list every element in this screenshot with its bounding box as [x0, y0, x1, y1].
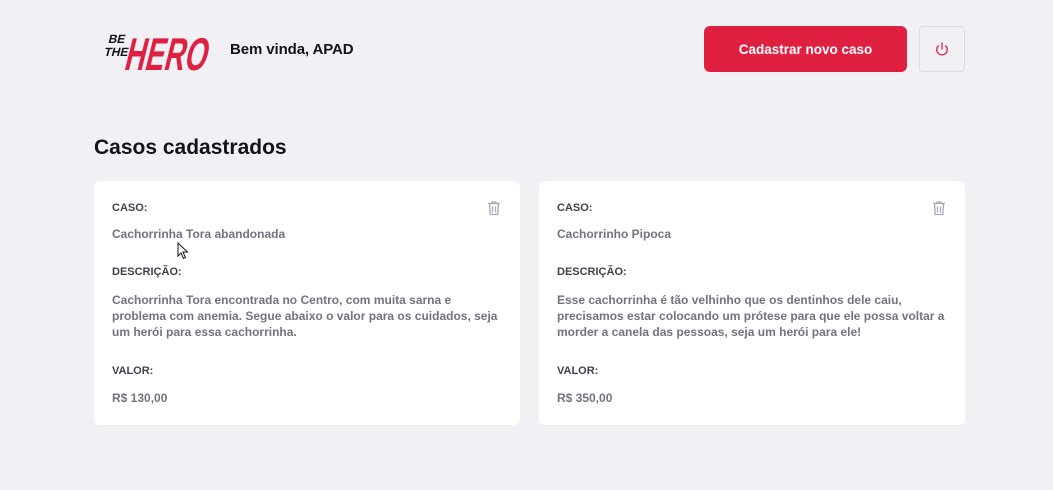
power-icon [936, 42, 948, 56]
value-label: VALOR: [112, 365, 154, 377]
value-label: VALOR: [557, 365, 599, 377]
be-the-hero-logo: BE THE HERO [103, 29, 212, 72]
case-value: R$ 350,00 [557, 391, 613, 405]
trash-icon [933, 201, 945, 216]
case-value: R$ 130,00 [112, 391, 168, 405]
svg-text:HERO: HERO [121, 29, 212, 72]
case-label: CASO: [112, 202, 148, 214]
delete-case-button[interactable] [486, 200, 502, 216]
case-list: CASO: Cachorrinha Tora abandonada DESCRI… [94, 181, 965, 425]
case-title: Cachorrinha Tora abandonada [112, 227, 286, 241]
page-title: Casos cadastrados [94, 136, 287, 159]
case-description: Esse cachorrinha é tão velhinho que os d… [557, 293, 945, 339]
case-card: CASO: Cachorrinha Tora abandonada DESCRI… [94, 181, 520, 425]
description-label: DESCRIÇÃO: [112, 266, 182, 278]
svg-text:BE: BE [107, 32, 127, 46]
case-title: Cachorrinho Pipoca [557, 227, 672, 241]
delete-case-button[interactable] [931, 200, 947, 216]
case-description: Cachorrinha Tora encontrada no Centro, c… [112, 293, 498, 339]
case-card: CASO: Cachorrinho Pipoca DESCRIÇÃO: Esse… [539, 181, 965, 425]
welcome-text: Bem vinda, APAD [230, 40, 354, 58]
logout-button[interactable] [919, 26, 965, 72]
header: BE THE HERO Bem vinda, APAD Cadastrar no… [94, 26, 965, 72]
new-case-button[interactable]: Cadastrar novo caso [704, 26, 907, 72]
description-label: DESCRIÇÃO: [557, 266, 627, 278]
trash-icon [488, 201, 500, 216]
case-label: CASO: [557, 202, 593, 214]
